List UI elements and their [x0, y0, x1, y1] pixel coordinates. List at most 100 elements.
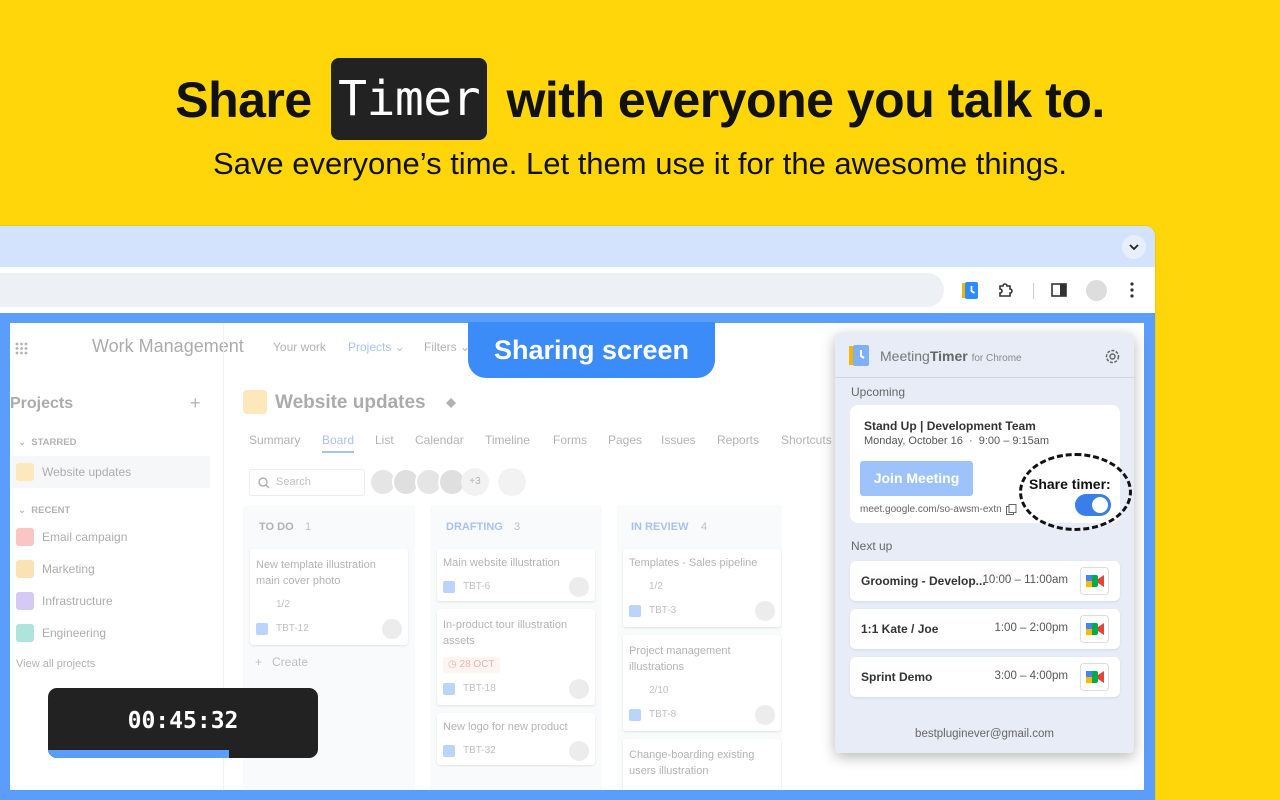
- profile-button[interactable]: [1084, 278, 1108, 302]
- meeting-timer-extension-button[interactable]: [958, 278, 982, 302]
- avatar: [1085, 279, 1107, 301]
- checkbox-icon: [443, 683, 455, 695]
- upcoming-label: Upcoming: [851, 385, 906, 399]
- due-date-label: 28 OCT: [459, 659, 495, 670]
- meeting-time: 3:00 – 4:00pm: [994, 670, 1068, 682]
- card-title: In-product tour illustration assets: [443, 619, 568, 647]
- tab-summary[interactable]: Summary: [249, 433, 300, 447]
- google-meet-icon: [1085, 623, 1104, 635]
- add-people-button[interactable]: [498, 468, 526, 496]
- google-meet-join-button[interactable]: [1080, 567, 1109, 595]
- nav-filters-label: Filters: [424, 340, 457, 354]
- join-meeting-button[interactable]: Join Meeting: [860, 461, 973, 496]
- tab-search-button[interactable]: [1122, 235, 1146, 259]
- due-date-badge: ◷ 28 OCT: [443, 657, 500, 673]
- checkbox-icon: [443, 581, 455, 593]
- tab-calendar[interactable]: Calendar: [415, 433, 464, 447]
- issue-card[interactable]: Change-boarding existing users illustrat…: [623, 739, 781, 790]
- timer-progress-bar: [48, 750, 229, 758]
- nav-projects[interactable]: Projects ⌄: [348, 340, 405, 354]
- meeting-timer-logo-icon: [849, 345, 869, 366]
- card-title: New logo for new product: [443, 721, 568, 733]
- tab-forms[interactable]: Forms: [553, 433, 587, 447]
- create-issue-label: Create: [272, 655, 309, 669]
- google-meet-join-button[interactable]: [1080, 663, 1109, 691]
- avatar: [755, 705, 775, 725]
- search-icon: [258, 477, 270, 489]
- issue-card[interactable]: In-product tour illustration assets ◷ 28…: [437, 609, 595, 705]
- brand-part-timer: Timer: [929, 348, 968, 364]
- paint-bucket-icon[interactable]: [444, 396, 458, 410]
- browser-menu-button[interactable]: [1120, 278, 1144, 302]
- hero-subtitle: Save everyone’s time. Let them use it fo…: [212, 146, 1068, 181]
- tab-pages[interactable]: Pages: [608, 433, 642, 447]
- issue-card[interactable]: Project management illustrations 2/10 TB…: [623, 635, 781, 731]
- extensions-button[interactable]: [994, 278, 1018, 302]
- sidebar-item-infrastructure[interactable]: Infrastructure: [16, 591, 206, 613]
- nav-your-work[interactable]: Your work: [273, 340, 326, 354]
- column-title: TO DO: [259, 521, 294, 533]
- issue-key: TBT-3: [649, 605, 677, 616]
- avatar: [569, 679, 589, 699]
- google-meet-icon: [1085, 575, 1104, 587]
- meeting-name: Sprint Demo: [861, 670, 933, 684]
- tab-list[interactable]: List: [375, 433, 394, 447]
- board-search-input[interactable]: Search: [249, 469, 365, 496]
- avatar-group[interactable]: +3: [369, 468, 499, 496]
- avatar: [382, 619, 402, 639]
- side-panel-button[interactable]: [1047, 278, 1071, 302]
- address-bar[interactable]: [0, 273, 944, 307]
- tab-issues[interactable]: Issues: [661, 433, 696, 447]
- card-title: Main website illustration: [443, 557, 560, 569]
- sidebar-item-label: Website updates: [42, 465, 132, 479]
- starred-heading-label: STARRED: [31, 437, 77, 448]
- share-timer-highlight: [1019, 453, 1132, 531]
- share-timer-label: Share timer:: [1029, 476, 1111, 492]
- issue-card[interactable]: Templates - Sales pipeline 1/2 TBT-3: [623, 549, 781, 627]
- meeting-time: 1:00 – 2:00pm: [994, 622, 1068, 634]
- issue-card[interactable]: Main website illustration TBT-6: [437, 549, 595, 601]
- copy-icon[interactable]: [1006, 504, 1017, 515]
- nav-filters[interactable]: Filters ⌄: [424, 340, 470, 354]
- checkbox-icon: [629, 605, 641, 617]
- issue-card[interactable]: New template illustration main cover pho…: [250, 549, 408, 645]
- popup-brand: MeetingTimer for Chrome: [880, 348, 1022, 364]
- issue-key: TBT-6: [463, 581, 491, 592]
- sharing-screen-badge: Sharing screen: [468, 322, 715, 378]
- next-meeting-item[interactable]: Sprint Demo 3:00 – 4:00pm: [850, 657, 1120, 697]
- event-time: Monday, October 16 · 9:00 – 9:15am: [864, 435, 1050, 447]
- share-timer-toggle[interactable]: [1075, 494, 1111, 516]
- next-meeting-item[interactable]: Grooming - Develop... 10:00 – 11:00am: [850, 561, 1120, 601]
- starred-heading: ⌄ STARRED: [18, 437, 77, 448]
- shared-timer-display: 00:45:32: [48, 688, 318, 758]
- column-title: IN REVIEW: [631, 521, 689, 533]
- tab-reports[interactable]: Reports: [717, 433, 759, 447]
- issue-card[interactable]: New logo for new product TBT-32: [437, 713, 595, 765]
- tab-board[interactable]: Board: [322, 433, 355, 453]
- hero-title: Share Timer with everyone you talk to.: [0, 58, 1280, 142]
- project-icon: [16, 560, 34, 578]
- checkbox-icon: [256, 623, 268, 635]
- hero-title-end: with everyone you talk to.: [506, 72, 1106, 128]
- google-meet-join-button[interactable]: [1080, 615, 1109, 643]
- next-meeting-item[interactable]: 1:1 Kate / Joe 1:00 – 2:00pm: [850, 609, 1120, 649]
- create-issue-button[interactable]: + Create: [255, 655, 308, 669]
- checkbox-icon: [629, 709, 641, 721]
- tab-timeline[interactable]: Timeline: [485, 433, 530, 447]
- card-title: Project management illustrations: [629, 645, 731, 673]
- add-project-button[interactable]: +: [190, 393, 201, 414]
- sidebar-item-website-updates[interactable]: Website updates: [10, 456, 210, 488]
- settings-gear-icon[interactable]: [1104, 348, 1121, 365]
- card-title: New template illustration main cover pho…: [256, 559, 376, 587]
- meeting-link[interactable]: meet.google.com/so-awsm-extn: [860, 504, 1002, 515]
- tab-shortcuts[interactable]: Shortcuts: [781, 433, 832, 447]
- view-all-projects-link[interactable]: View all projects: [16, 658, 95, 670]
- sidebar-item-email-campaign[interactable]: Email campaign: [16, 527, 206, 549]
- sidebar-item-label: Email campaign: [42, 530, 128, 544]
- brand-part-for-chrome: for Chrome: [971, 353, 1022, 364]
- google-meet-icon: [1085, 671, 1104, 683]
- sidebar-item-marketing[interactable]: Marketing: [16, 559, 206, 581]
- sidebar-item-engineering[interactable]: Engineering: [16, 623, 206, 645]
- search-placeholder: Search: [276, 476, 311, 488]
- hero-title-pill: Timer: [331, 58, 488, 140]
